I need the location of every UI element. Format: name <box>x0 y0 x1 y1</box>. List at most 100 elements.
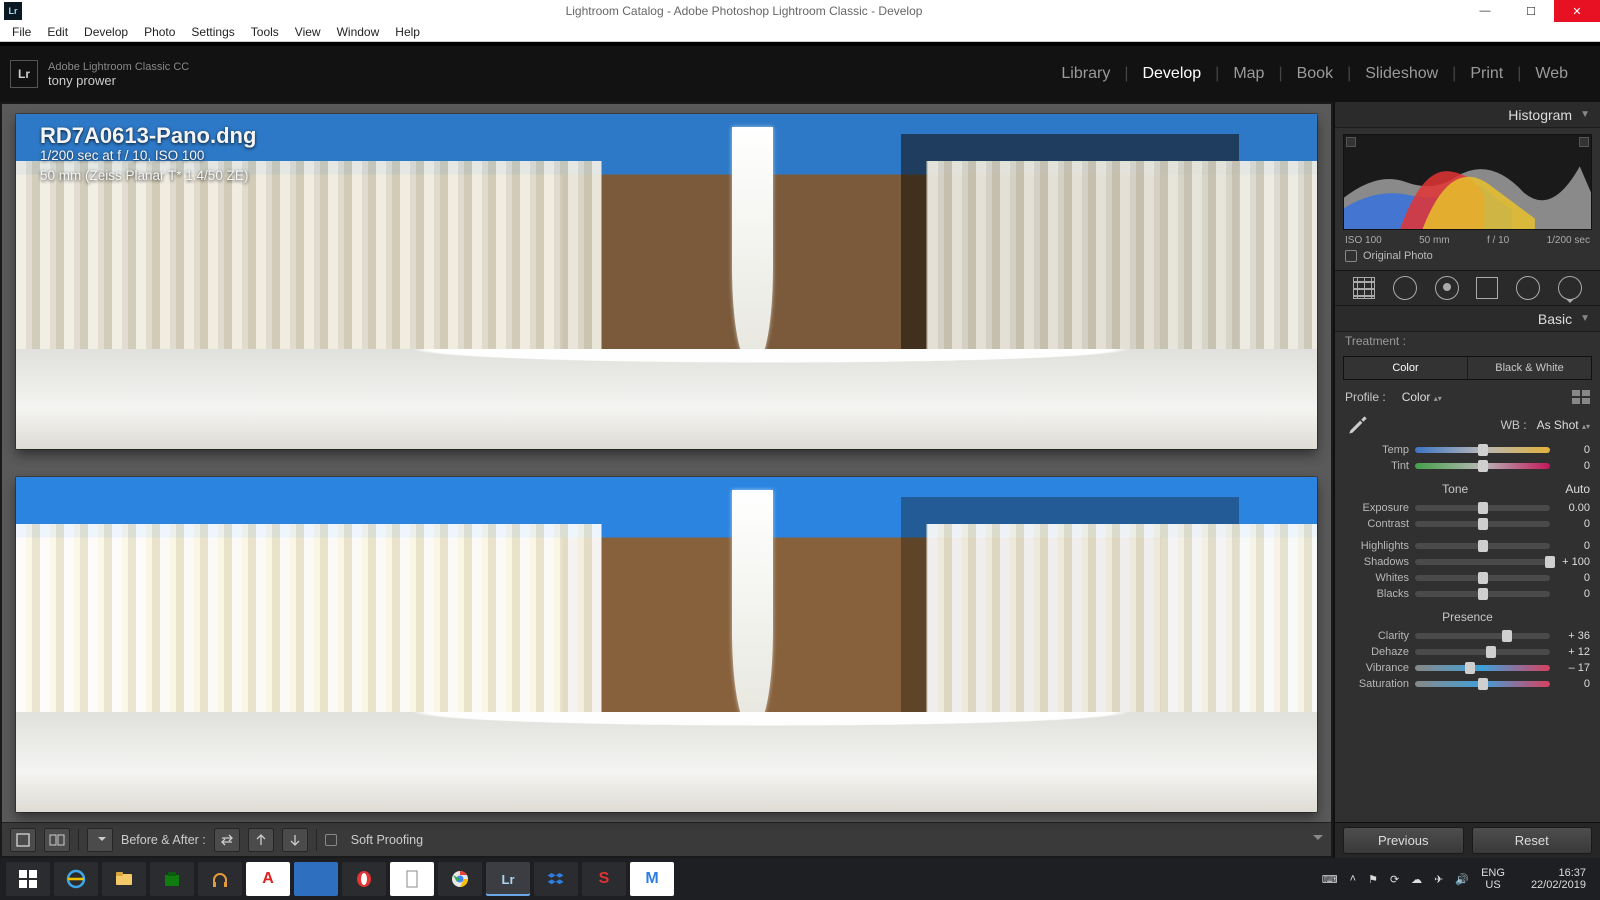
close-button[interactable]: ✕ <box>1554 0 1600 22</box>
tray-clock[interactable]: 16:3722/02/2019 <box>1531 867 1586 891</box>
module-map[interactable]: Map <box>1219 65 1278 83</box>
clarity-slider[interactable] <box>1415 633 1550 639</box>
start-button[interactable] <box>6 862 50 896</box>
treatment-color[interactable]: Color <box>1344 357 1467 379</box>
highlights-slider[interactable] <box>1415 543 1550 549</box>
whites-slider[interactable] <box>1415 575 1550 581</box>
shadows-value[interactable]: + 100 <box>1556 556 1590 568</box>
exposure-value[interactable]: 0.00 <box>1556 502 1590 514</box>
crop-tool-icon[interactable] <box>1353 277 1375 299</box>
taskbar-headphones-icon[interactable] <box>198 862 242 896</box>
auto-tone-button[interactable]: Auto <box>1565 482 1590 496</box>
contrast-slider[interactable] <box>1415 521 1550 527</box>
treatment-bw[interactable]: Black & White <box>1468 357 1591 379</box>
tray-airplane-icon[interactable]: ✈ <box>1434 873 1443 886</box>
vibrance-value[interactable]: – 17 <box>1556 662 1590 674</box>
taskbar-ie-icon[interactable] <box>54 862 98 896</box>
exposure-slider[interactable] <box>1415 505 1550 511</box>
module-slideshow[interactable]: Slideshow <box>1351 65 1452 83</box>
tray-keyboard-icon[interactable]: ⌨ <box>1322 873 1338 886</box>
adjustment-brush-tool-icon[interactable] <box>1558 276 1582 300</box>
menu-tools[interactable]: Tools <box>243 25 287 39</box>
toolbar-overflow-icon[interactable] <box>1313 835 1323 845</box>
radial-filter-tool-icon[interactable] <box>1516 276 1540 300</box>
module-book[interactable]: Book <box>1283 65 1347 83</box>
saturation-slider[interactable] <box>1415 681 1550 687</box>
menu-help[interactable]: Help <box>387 25 428 39</box>
menu-window[interactable]: Window <box>329 25 388 39</box>
copy-before-to-after-button[interactable] <box>248 828 274 852</box>
shadow-clipping-icon[interactable] <box>1346 137 1356 147</box>
before-photo[interactable]: RD7A0613-Pano.dng 1/200 sec at f / 10, I… <box>16 114 1317 449</box>
menu-edit[interactable]: Edit <box>39 25 76 39</box>
tray-language[interactable]: ENGUS <box>1481 867 1505 891</box>
temp-slider[interactable] <box>1415 447 1550 453</box>
blacks-value[interactable]: 0 <box>1556 588 1590 600</box>
menu-file[interactable]: File <box>4 25 39 39</box>
taskbar-chrome-icon[interactable] <box>438 862 482 896</box>
taskbar-store-icon[interactable] <box>150 862 194 896</box>
tray-volume-icon[interactable]: 🔊 <box>1455 873 1469 886</box>
treatment-toggle[interactable]: Color Black & White <box>1343 356 1592 380</box>
original-photo-checkbox[interactable] <box>1345 250 1357 262</box>
taskbar-s-icon[interactable]: S <box>582 862 626 896</box>
basic-panel-header[interactable]: Basic▼ <box>1335 306 1600 332</box>
tray-sync-icon[interactable]: ⟳ <box>1390 873 1399 886</box>
taskbar-opera-icon[interactable] <box>342 862 386 896</box>
tint-slider[interactable] <box>1415 463 1550 469</box>
original-photo-row[interactable]: Original Photo <box>1335 246 1600 270</box>
module-web[interactable]: Web <box>1521 65 1582 83</box>
contrast-value[interactable]: 0 <box>1556 518 1590 530</box>
vibrance-slider[interactable] <box>1415 665 1550 671</box>
taskbar-adobe-icon[interactable]: A <box>246 862 290 896</box>
taskbar-m-icon[interactable]: M <box>630 862 674 896</box>
swap-before-after-button[interactable] <box>214 828 240 852</box>
tray-flag-icon[interactable]: ⚑ <box>1368 873 1378 886</box>
module-develop[interactable]: Develop <box>1128 65 1215 83</box>
loupe-view-button[interactable] <box>10 828 36 852</box>
histogram-panel-header[interactable]: Histogram▼ <box>1335 102 1600 128</box>
tint-value[interactable]: 0 <box>1556 460 1590 472</box>
taskbar-lightroom-icon[interactable]: Lr <box>486 862 530 896</box>
menu-develop[interactable]: Develop <box>76 25 136 39</box>
presence-section-title: Presence <box>1345 610 1590 624</box>
graduated-filter-tool-icon[interactable] <box>1476 277 1498 299</box>
taskbar-app-icon[interactable] <box>294 862 338 896</box>
menu-view[interactable]: View <box>287 25 329 39</box>
dehaze-value[interactable]: + 12 <box>1556 646 1590 658</box>
white-balance-picker-icon[interactable] <box>1345 412 1371 438</box>
spot-removal-tool-icon[interactable] <box>1393 276 1417 300</box>
wb-value[interactable]: As Shot ▴▾ <box>1537 418 1590 432</box>
menu-settings[interactable]: Settings <box>183 25 242 39</box>
minimize-button[interactable]: — <box>1462 0 1508 22</box>
saturation-value[interactable]: 0 <box>1556 678 1590 690</box>
clarity-value[interactable]: + 36 <box>1556 630 1590 642</box>
dehaze-slider[interactable] <box>1415 649 1550 655</box>
after-photo[interactable]: Before After <box>16 477 1317 812</box>
module-library[interactable]: Library <box>1047 65 1124 83</box>
copy-after-to-before-button[interactable] <box>282 828 308 852</box>
taskbar-dropbox-icon[interactable] <box>534 862 578 896</box>
blacks-slider[interactable] <box>1415 591 1550 597</box>
before-after-view-button[interactable] <box>44 828 70 852</box>
module-print[interactable]: Print <box>1456 65 1517 83</box>
taskbar-document-icon[interactable] <box>390 862 434 896</box>
shadows-slider[interactable] <box>1415 559 1550 565</box>
menu-photo[interactable]: Photo <box>136 25 183 39</box>
compare-layout-dropdown[interactable] <box>87 828 113 852</box>
taskbar-explorer-icon[interactable] <box>102 862 146 896</box>
previous-button[interactable]: Previous <box>1343 827 1464 854</box>
tray-cloud-icon[interactable]: ☁ <box>1411 873 1422 886</box>
soft-proofing-checkbox[interactable] <box>325 834 337 846</box>
whites-value[interactable]: 0 <box>1556 572 1590 584</box>
highlight-clipping-icon[interactable] <box>1579 137 1589 147</box>
tray-chevron-up-icon[interactable]: ˄ <box>1350 873 1356 885</box>
highlights-value[interactable]: 0 <box>1556 540 1590 552</box>
temp-value[interactable]: 0 <box>1556 444 1590 456</box>
red-eye-tool-icon[interactable] <box>1435 276 1459 300</box>
profile-value[interactable]: Color ▴▾ <box>1402 390 1442 404</box>
histogram-display[interactable] <box>1343 134 1592 230</box>
maximize-button[interactable]: ☐ <box>1508 0 1554 22</box>
profile-browser-icon[interactable] <box>1572 390 1590 404</box>
reset-button[interactable]: Reset <box>1472 827 1593 854</box>
